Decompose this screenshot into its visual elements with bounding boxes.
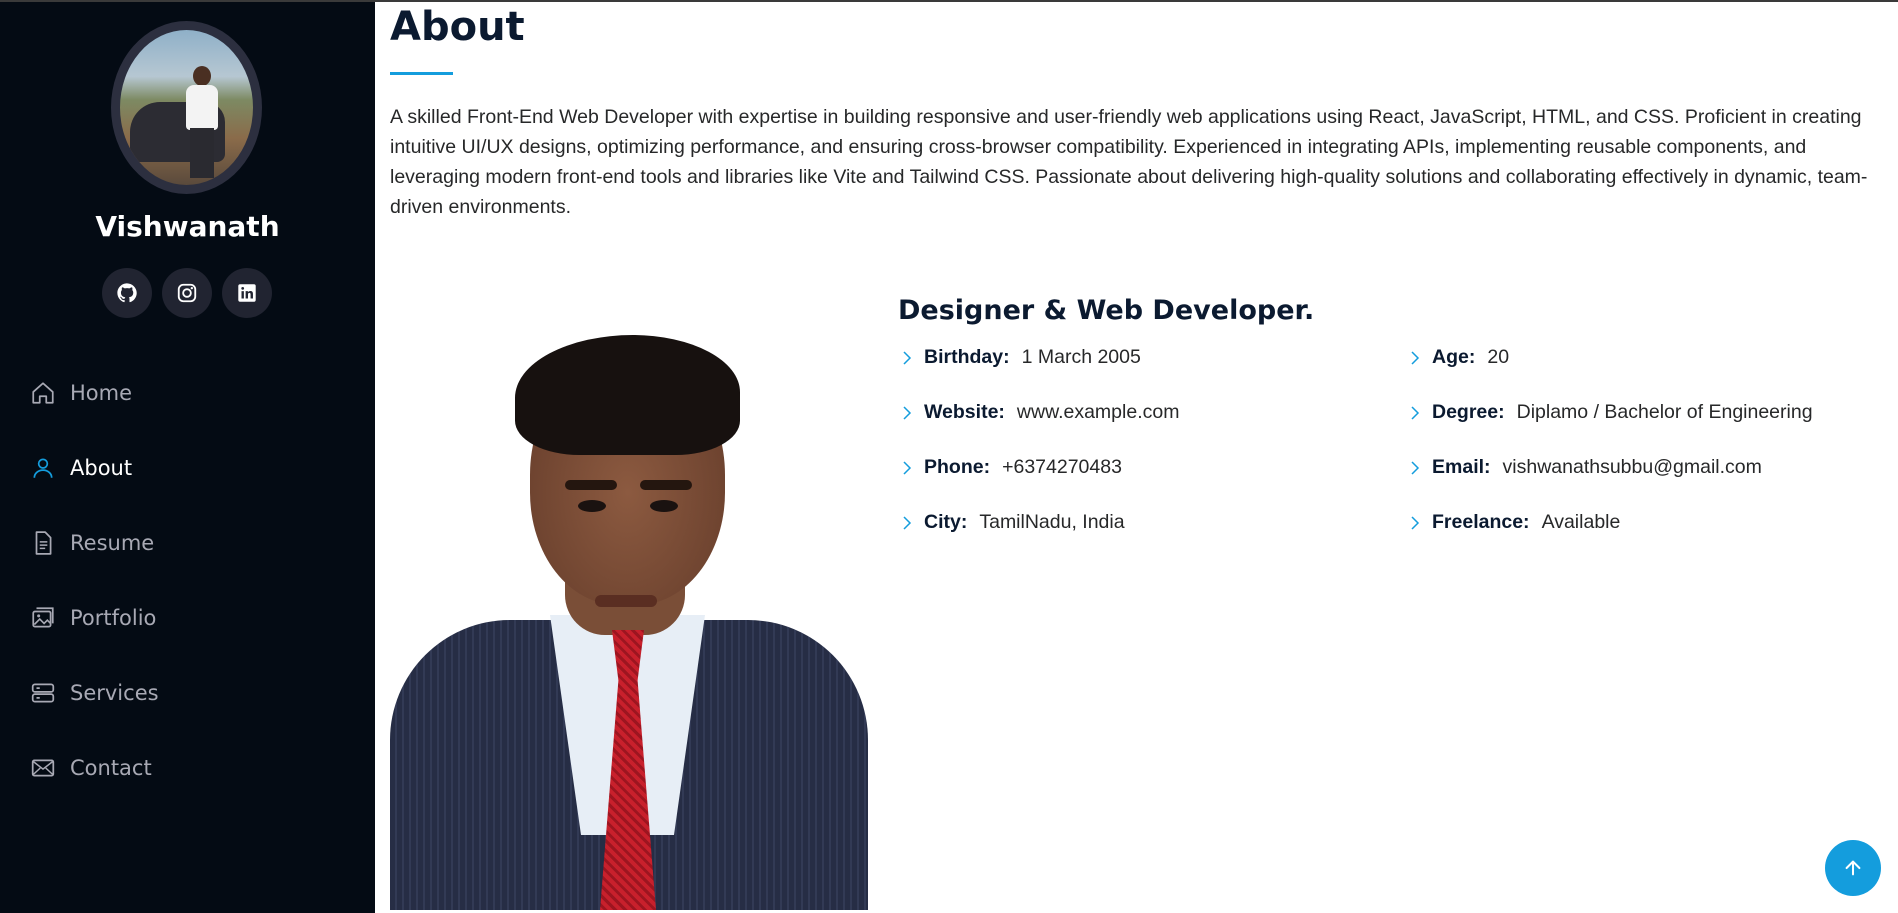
info-email: Email: vishwanathsubbu@gmail.com	[1406, 456, 1762, 479]
linkedin-link[interactable]	[222, 268, 272, 318]
nav-item-services[interactable]: Services	[30, 655, 360, 730]
nav-label-home: Home	[70, 380, 133, 405]
instagram-link[interactable]	[162, 268, 212, 318]
home-icon	[30, 380, 56, 406]
info-freelance: Freelance: Available	[1406, 511, 1620, 534]
nav-item-home[interactable]: Home	[30, 355, 360, 430]
file-icon	[30, 530, 56, 556]
chevron-right-icon	[903, 515, 912, 530]
social-links	[102, 268, 272, 318]
title-underline	[390, 72, 453, 75]
nav-label-about: About	[70, 455, 133, 480]
instagram-icon	[177, 283, 197, 303]
nav-label-contact: Contact	[70, 755, 152, 780]
server-icon	[30, 680, 56, 706]
back-to-top-button[interactable]	[1825, 840, 1881, 896]
arrow-up-icon	[1845, 860, 1861, 876]
avatar	[111, 21, 262, 194]
info-website: Website: www.example.com	[898, 401, 1179, 424]
nav-item-about[interactable]: About	[30, 430, 360, 505]
chevron-right-icon	[1411, 515, 1420, 530]
chevron-right-icon	[903, 460, 912, 475]
github-icon	[117, 283, 137, 303]
profile-photo	[390, 295, 868, 910]
nav-item-portfolio[interactable]: Portfolio	[30, 580, 360, 655]
main-nav: Home About Resume Portfolio Services Con…	[30, 355, 360, 805]
nav-label-resume: Resume	[70, 530, 155, 555]
github-link[interactable]	[102, 268, 152, 318]
chevron-right-icon	[1411, 460, 1420, 475]
role-title: Designer & Web Developer.	[898, 295, 1315, 326]
about-intro: A skilled Front-End Web Developer with e…	[390, 106, 1868, 218]
images-icon	[30, 605, 56, 631]
info-birthday: Birthday: 1 March 2005	[898, 346, 1141, 369]
linkedin-icon	[238, 284, 256, 302]
person-icon	[30, 455, 56, 481]
chevron-right-icon	[1411, 350, 1420, 365]
about-section: About A skilled Front-End Web Developer …	[390, 0, 1886, 913]
nav-item-resume[interactable]: Resume	[30, 505, 360, 580]
nav-label-portfolio: Portfolio	[70, 605, 157, 630]
info-phone: Phone: +6374270483	[898, 456, 1122, 479]
info-city: City: TamilNadu, India	[898, 511, 1125, 534]
section-title: About	[390, 4, 525, 50]
chevron-right-icon	[903, 350, 912, 365]
profile-name: Vishwanath	[95, 210, 280, 243]
top-border	[0, 0, 1898, 2]
chevron-right-icon	[903, 405, 912, 420]
sidebar: Vishwanath Home About Resume Portfolio S…	[0, 0, 375, 913]
nav-label-services: Services	[70, 680, 159, 705]
info-degree: Degree: Diplamo / Bachelor of Engineerin…	[1406, 401, 1813, 424]
info-age: Age: 20	[1406, 346, 1509, 369]
envelope-icon	[30, 755, 56, 781]
nav-item-contact[interactable]: Contact	[30, 730, 360, 805]
chevron-right-icon	[1411, 405, 1420, 420]
